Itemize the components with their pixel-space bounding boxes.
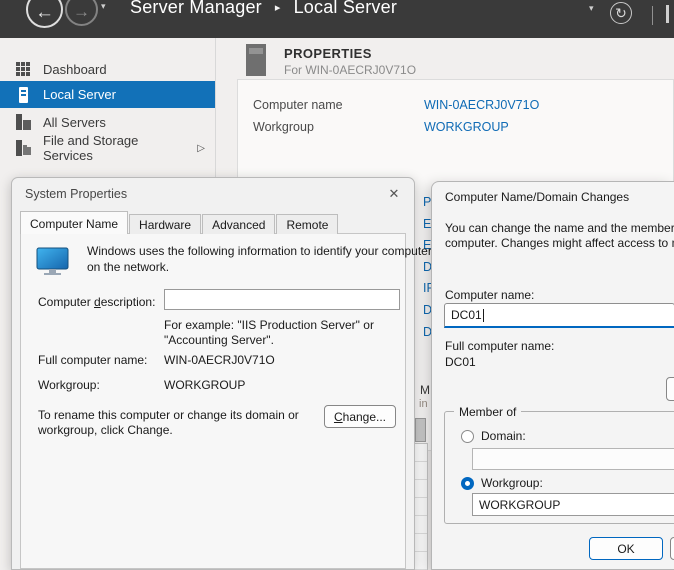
breadcrumb-root[interactable]: Server Manager [130, 0, 262, 18]
submenu-arrow-icon[interactable]: ▷ [197, 143, 205, 154]
notifications-flag-icon[interactable] [666, 5, 669, 23]
example-text: For example: "IIS Production Server" or [164, 318, 374, 332]
sidebar-item-local-server[interactable]: Local Server [0, 81, 215, 108]
titlebar: ← → ▾ Server Manager ▸ Local Server ▾ ↻ [0, 0, 674, 38]
computer-description-input[interactable] [164, 289, 400, 310]
workgroup-value: WORKGROUP [164, 378, 245, 392]
manage-dropdown-caret-icon[interactable]: ▾ [589, 3, 594, 14]
tab-strip: Computer Name Hardware Advanced Remote [20, 211, 339, 234]
back-arrow-icon: ← [35, 2, 54, 24]
background-text-fragment: in [419, 398, 428, 410]
nav-dropdown-caret-icon[interactable]: ▾ [101, 1, 106, 12]
sidebar-item-file-storage-services[interactable]: File and Storage Services ▷ [0, 136, 215, 160]
file-storage-icon [16, 140, 31, 156]
forward-button[interactable]: → [65, 0, 98, 26]
full-computer-name-label: Full computer name: [38, 353, 147, 367]
refresh-icon: ↻ [615, 5, 627, 22]
example-text: "Accounting Server". [164, 333, 274, 347]
scrollbar-thumb[interactable] [415, 418, 426, 442]
breadcrumb-chevron-icon: ▸ [275, 1, 281, 14]
member-of-label: Member of [454, 405, 521, 419]
workgroup-label: Workgroup: [38, 378, 100, 392]
ok-button[interactable]: OK [589, 537, 663, 560]
full-computer-name-label: Full computer name: [445, 339, 554, 353]
tab-remote[interactable]: Remote [276, 214, 338, 234]
properties-server-icon [246, 44, 266, 76]
computer-description-label: Computer description: [38, 295, 155, 309]
back-button[interactable]: ← [26, 0, 63, 28]
computer-name-link[interactable]: WIN-0AECRJ0V71O [424, 98, 539, 112]
intro-text: on the network. [87, 260, 169, 274]
tab-hardware[interactable]: Hardware [129, 214, 201, 234]
system-properties-dialog: System Properties ✕ Computer Name Hardwa… [11, 177, 415, 570]
breadcrumb-current[interactable]: Local Server [294, 0, 397, 18]
text-cursor [483, 309, 484, 322]
rename-hint-text: To rename this computer or change its do… [38, 408, 299, 422]
breadcrumb: Server Manager ▸ Local Server [130, 0, 397, 18]
domain-input[interactable] [472, 448, 674, 470]
domain-radio-label: Domain: [481, 429, 526, 443]
servers-stack-icon [16, 114, 31, 130]
full-computer-name-value: DC01 [445, 355, 476, 369]
property-row: Workgroup WORKGROUP [253, 120, 314, 134]
workgroup-radio[interactable] [461, 477, 474, 490]
dialog-title: System Properties [25, 187, 127, 201]
sidebar-item-label: Dashboard [43, 62, 107, 77]
workgroup-radio-label: Workgroup: [481, 476, 543, 490]
background-text-fragment: M [420, 383, 430, 397]
member-of-groupbox: Member of Domain: Workgroup: WORKGROUP [444, 411, 674, 524]
sidebar-item-dashboard[interactable]: Dashboard [0, 57, 215, 81]
intro-text: Windows uses the following information t… [87, 244, 432, 258]
more-button[interactable] [666, 377, 674, 401]
dialog-body-text: computer. Changes might affect access to… [445, 236, 674, 250]
sidebar-item-all-servers[interactable]: All Servers [0, 110, 215, 134]
server-manager-window: ← → ▾ Server Manager ▸ Local Server ▾ ↻ … [0, 0, 674, 570]
full-computer-name-value: WIN-0AECRJ0V71O [164, 353, 275, 367]
properties-subtitle: For WIN-0AECRJ0V71O [284, 63, 416, 77]
dialog-title: Computer Name/Domain Changes [445, 190, 629, 204]
properties-title: PROPERTIES [284, 46, 372, 61]
workgroup-link[interactable]: WORKGROUP [424, 120, 509, 134]
refresh-button[interactable]: ↻ [610, 2, 632, 24]
change-button[interactable]: Change... [324, 405, 396, 428]
computer-name-label: Computer name: [445, 288, 534, 302]
dashboard-icon [16, 61, 31, 77]
tab-advanced[interactable]: Advanced [202, 214, 275, 234]
sidebar-item-label: All Servers [43, 115, 106, 130]
tab-computer-name[interactable]: Computer Name [20, 211, 128, 234]
forward-arrow-icon: → [73, 2, 90, 22]
dialog-body-text: You can change the name and the membersh… [445, 221, 674, 235]
events-grid-partial [413, 443, 428, 570]
domain-radio[interactable] [461, 430, 474, 443]
computer-name-domain-changes-dialog: Computer Name/Domain Changes You can cha… [431, 181, 674, 570]
sidebar-item-label: File and Storage Services [43, 133, 185, 163]
property-row: Computer name WIN-0AECRJ0V71O [253, 98, 343, 112]
monitor-icon [36, 247, 72, 278]
sidebar-item-label: Local Server [43, 87, 116, 102]
close-icon[interactable]: ✕ [383, 184, 405, 203]
workgroup-input[interactable]: WORKGROUP [472, 493, 674, 516]
rename-hint-text: workgroup, click Change. [38, 423, 173, 437]
server-icon [16, 87, 31, 103]
cancel-button-partial[interactable] [670, 537, 674, 560]
titlebar-separator [652, 6, 653, 25]
property-label: Workgroup [253, 120, 314, 134]
tab-page-computer-name: Windows uses the following information t… [20, 233, 406, 569]
property-label: Computer name [253, 98, 343, 112]
computer-name-input[interactable]: DC01 [444, 303, 674, 328]
